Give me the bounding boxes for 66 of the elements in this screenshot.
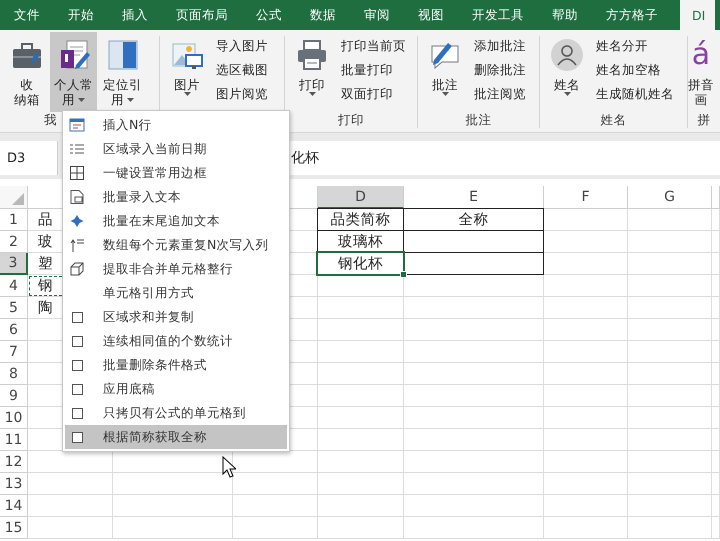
row-number[interactable]: 5: [0, 297, 28, 319]
ribbon-tab[interactable]: 审阅: [350, 0, 404, 30]
ribbon-button[interactable]: 导入图片: [212, 34, 272, 58]
ribbon-button[interactable]: 打印: [291, 32, 333, 112]
row-number[interactable]: 8: [0, 363, 28, 385]
ribbon-tab[interactable]: 视图: [404, 0, 458, 30]
table-cell: 品类简称: [317, 208, 404, 231]
row-number[interactable]: 10: [0, 407, 28, 429]
group-label: 姓名: [600, 112, 626, 127]
ribbon-button[interactable]: á 拼音 画: [688, 32, 714, 112]
letter-icon: á: [692, 38, 710, 72]
ribbon-button[interactable]: 打印当前页: [337, 34, 410, 58]
ribbon-tab[interactable]: 页面布局: [162, 0, 242, 30]
row-number[interactable]: 7: [0, 341, 28, 363]
ribbon-button[interactable]: 姓名分开: [592, 34, 678, 58]
menu-item[interactable]: 插入N行: [65, 113, 287, 137]
ribbon-button[interactable]: 添加批注: [470, 34, 530, 58]
ribbon-button[interactable]: 生成随机姓名: [592, 82, 678, 106]
menu-item[interactable]: 批量删除条件格式: [65, 353, 287, 377]
row-number[interactable]: 11: [0, 429, 28, 451]
row-number[interactable]: 13: [0, 473, 28, 495]
menu-item[interactable]: 应用底稿: [65, 377, 287, 401]
row-number[interactable]: 1: [0, 209, 28, 231]
row-number[interactable]: 12: [0, 451, 28, 473]
column-header[interactable]: G: [628, 186, 712, 209]
group-label: 批注: [466, 112, 492, 127]
ribbon-tab[interactable]: 帮助: [538, 0, 592, 30]
ribbon-tab[interactable]: 公式: [242, 0, 296, 30]
group-label: 拼: [698, 112, 710, 127]
ribbon-button[interactable]: 姓名加空格: [592, 58, 678, 82]
group-label: 我: [44, 112, 57, 127]
ribbon-tab[interactable]: 数据: [296, 0, 350, 30]
column-header[interactable]: D: [318, 186, 404, 209]
group-label: 打印: [338, 112, 364, 127]
ribbon-button[interactable]: 姓名: [546, 32, 588, 112]
row-number[interactable]: 6: [0, 319, 28, 341]
ribbon-tab[interactable]: 插入: [108, 0, 162, 30]
ribbon-button[interactable]: 批注阅览: [470, 82, 530, 106]
ribbon-tab[interactable]: DI: [680, 0, 716, 30]
menu-item[interactable]: 批量录入文本: [65, 185, 287, 209]
menu-item[interactable]: 只拷贝有公式的单元格到: [65, 401, 287, 425]
menu-item[interactable]: 连续相同值的个数统计: [65, 329, 287, 353]
ribbon-tab[interactable]: 开发工具: [458, 0, 538, 30]
ribbon-button[interactable]: 批量打印: [337, 58, 410, 82]
row-number[interactable]: 9: [0, 385, 28, 407]
ribbon-button[interactable]: 批注: [424, 32, 466, 112]
ribbon-button[interactable]: 定位引 用: [99, 32, 146, 112]
row-number[interactable]: 3: [0, 253, 28, 275]
row-number[interactable]: 14: [0, 495, 28, 517]
row-number[interactable]: 4: [0, 275, 28, 297]
ribbon-button[interactable]: 选区截图: [212, 58, 272, 82]
ribbon-button[interactable]: 个人常 用: [50, 32, 97, 112]
ribbon-tab[interactable]: 文件: [0, 0, 54, 30]
ribbon-tab[interactable]: 开始: [54, 0, 108, 30]
ribbon-button[interactable]: 收 纳箱: [6, 32, 48, 112]
menu-item[interactable]: 根据简称获取全称: [65, 425, 287, 449]
table-cell: 全称: [403, 208, 544, 231]
row-number[interactable]: 15: [0, 517, 28, 539]
column-header[interactable]: F: [544, 186, 628, 209]
ribbon-button[interactable]: 删除批注: [470, 58, 530, 82]
ribbon-tab[interactable]: 方方格子: [592, 0, 672, 30]
name-box[interactable]: D3: [0, 141, 58, 175]
ribbon-button[interactable]: 双面打印: [337, 82, 410, 106]
row-number[interactable]: 2: [0, 231, 28, 253]
ribbon-button[interactable]: 图片阅览: [212, 82, 272, 106]
active-cell[interactable]: 钢化杯: [317, 252, 404, 275]
